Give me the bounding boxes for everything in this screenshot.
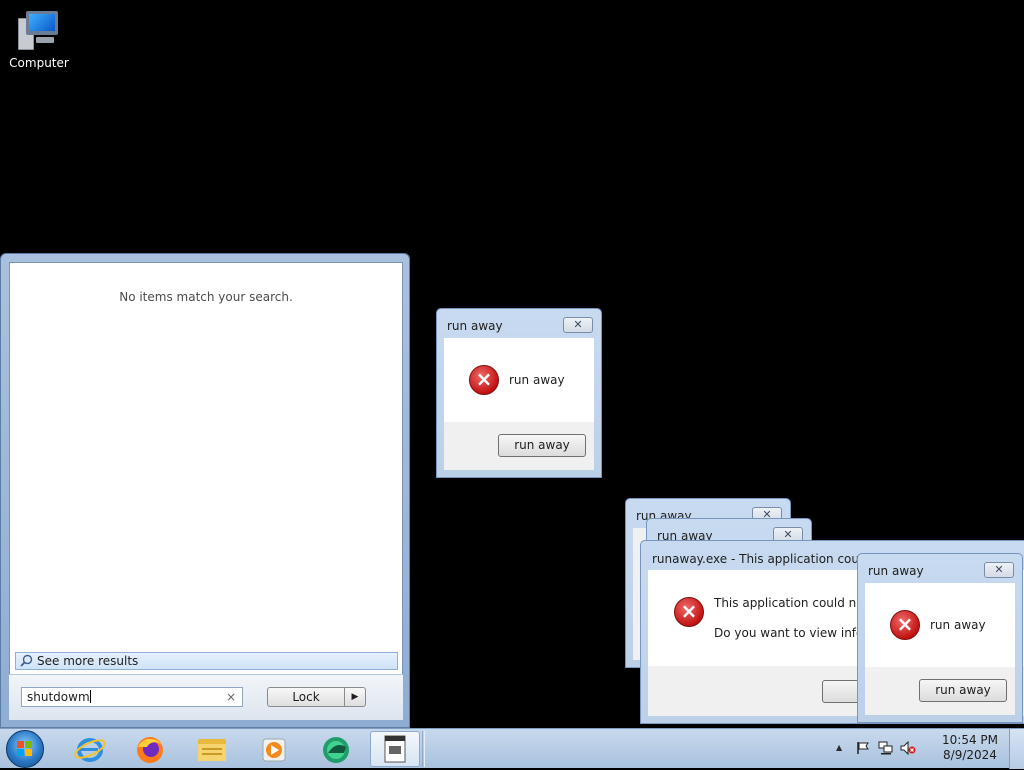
dialog-message: run away: [930, 618, 986, 632]
dialog-title: runaway.exe - This application could no: [652, 552, 889, 566]
dialog-close-button[interactable]: ✕: [984, 562, 1014, 578]
dialog-title: run away: [447, 319, 503, 333]
search-results-pane: No items match your search. See more res…: [9, 262, 403, 720]
system-tray: ▲ 10:54 PM 8/9/2024: [834, 729, 1024, 769]
start-button[interactable]: [6, 730, 44, 768]
taskbar: ▲ 10:54 PM 8/9/2024: [0, 728, 1024, 769]
run-away-dialog-front: run away ✕ × run away run away: [857, 553, 1023, 723]
file-explorer-icon: [198, 739, 226, 761]
media-player-icon: [262, 738, 286, 762]
runaway-app-icon: [384, 735, 406, 763]
system-clock[interactable]: 10:54 PM 8/9/2024: [942, 733, 998, 763]
no-results-text: No items match your search.: [119, 290, 293, 304]
clock-time: 10:54 PM: [942, 733, 998, 747]
see-more-results-link[interactable]: See more results: [15, 652, 398, 670]
run-away-button[interactable]: run away: [919, 679, 1007, 702]
dialog-message: run away: [509, 373, 565, 387]
network-icon[interactable]: [878, 741, 894, 755]
error-icon: ×: [469, 365, 499, 395]
taskbar-file-explorer[interactable]: [190, 731, 234, 767]
taskbar-firefox[interactable]: [128, 731, 172, 767]
search-input-value: shutdowm: [27, 690, 90, 704]
show-hidden-icons-chevron-icon[interactable]: ▲: [836, 743, 842, 752]
desktop-icon-label: Computer: [9, 56, 69, 70]
green-app-icon: [323, 737, 349, 763]
firefox-icon: [137, 737, 163, 763]
taskbar-internet-explorer[interactable]: [68, 731, 112, 767]
start-menu-bottom-bar: shutdowm × Lock ▶: [9, 674, 403, 720]
taskbar-separator: [422, 731, 425, 767]
windows-logo-icon: [17, 741, 33, 757]
clear-search-icon[interactable]: ×: [226, 688, 236, 706]
run-away-dialog-top: run away ✕ × run away run away: [436, 308, 602, 478]
start-menu: No items match your search. See more res…: [0, 253, 410, 728]
volume-muted-icon[interactable]: [900, 741, 916, 755]
internet-explorer-icon: [74, 738, 106, 762]
lock-button[interactable]: Lock: [267, 687, 345, 707]
search-icon: [20, 654, 33, 667]
clock-date: 8/9/2024: [943, 748, 997, 762]
dialog-close-button[interactable]: ✕: [563, 317, 593, 333]
run-away-button[interactable]: run away: [498, 434, 586, 457]
taskbar-media-player[interactable]: [252, 731, 296, 767]
taskbar-runaway-app[interactable]: [370, 731, 420, 767]
error-icon: ×: [890, 610, 920, 640]
start-search-input[interactable]: shutdowm ×: [21, 687, 243, 707]
dialog-title: run away: [868, 564, 924, 578]
error-icon: ×: [674, 597, 704, 627]
show-desktop-button[interactable]: [1009, 729, 1024, 769]
power-options-arrow-button[interactable]: ▶: [344, 687, 366, 707]
error-message-line-1: This application could not b: [714, 596, 880, 610]
taskbar-green-app[interactable]: [314, 731, 358, 767]
computer-icon: [16, 8, 62, 52]
desktop-icon-computer[interactable]: Computer: [6, 8, 72, 70]
see-more-label: See more results: [37, 654, 139, 668]
error-message-line-2: Do you want to view inform: [714, 626, 880, 640]
action-center-flag-icon[interactable]: [856, 741, 870, 755]
